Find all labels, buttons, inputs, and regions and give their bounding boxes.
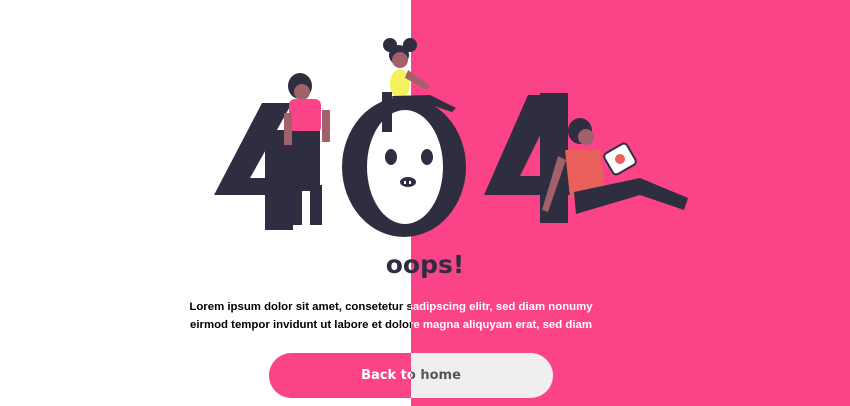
- 404-illustration: [214, 38, 688, 237]
- standing-woman-figure: [284, 73, 330, 225]
- page-heading: oops!: [385, 250, 465, 279]
- digit-zero: [342, 97, 466, 237]
- back-to-home-button[interactable]: Back to home Back to home: [269, 353, 553, 398]
